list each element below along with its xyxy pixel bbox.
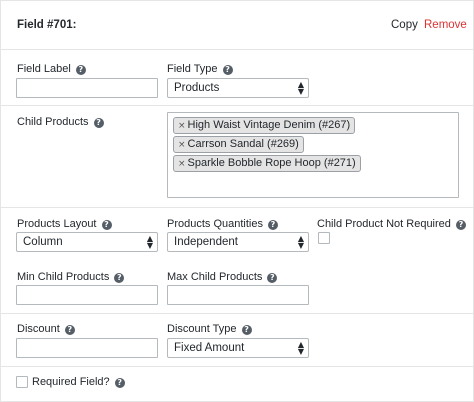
field-label-input[interactable] bbox=[16, 78, 158, 98]
select-arrows-icon: ▲ ▼ bbox=[297, 340, 304, 356]
products-quantities-text: Products Quantities bbox=[167, 218, 263, 230]
products-quantities-select[interactable]: Independent ▲ ▼ bbox=[167, 232, 309, 252]
child-not-required-label: Child Product Not Required? bbox=[317, 218, 466, 230]
required-field-text: Required Field? bbox=[32, 376, 110, 388]
products-layout-text: Products Layout bbox=[17, 218, 97, 230]
field-title: Field #701: bbox=[17, 19, 77, 31]
help-icon[interactable]: ? bbox=[455, 220, 466, 230]
required-field-checkbox[interactable] bbox=[16, 376, 28, 388]
help-icon[interactable]: ? bbox=[64, 325, 75, 335]
selected-product-tag: × High Waist Vintage Denim (#267) bbox=[173, 117, 356, 134]
tag-label: High Waist Vintage Denim (#267) bbox=[187, 119, 351, 131]
child-products-text: Child Products bbox=[17, 116, 89, 128]
remove-tag-icon[interactable]: × bbox=[178, 159, 186, 169]
child-products-multiselect[interactable]: × High Waist Vintage Denim (#267) × Carrso… bbox=[167, 112, 459, 198]
max-child-products-text: Max Child Products bbox=[167, 271, 263, 283]
products-layout-select[interactable]: Column ▲ ▼ bbox=[16, 232, 158, 252]
products-quantities-value: Independent bbox=[174, 236, 238, 248]
field-label-text: Field Label bbox=[17, 63, 71, 75]
help-icon[interactable]: ? bbox=[75, 65, 86, 75]
selected-product-tag: × Sparkle Bobble Rope Hoop (#271) bbox=[173, 155, 361, 172]
min-child-products-label: Min Child Products? bbox=[17, 271, 125, 283]
select-arrows-icon: ▲ ▼ bbox=[297, 80, 304, 96]
help-icon[interactable]: ? bbox=[241, 325, 252, 335]
help-icon[interactable]: ? bbox=[114, 273, 125, 283]
help-icon[interactable]: ? bbox=[267, 273, 278, 283]
tag-label: Carrson Sandal (#269) bbox=[187, 138, 299, 150]
select-arrows-icon: ▲ ▼ bbox=[297, 234, 304, 250]
help-icon[interactable]: ? bbox=[101, 220, 112, 230]
child-not-required-checkbox[interactable] bbox=[318, 232, 330, 244]
discount-type-label: Discount Type? bbox=[167, 323, 252, 335]
field-header: Field #701: Copy Remove bbox=[1, 1, 473, 50]
tag-label: Sparkle Bobble Rope Hoop (#271) bbox=[187, 157, 356, 169]
field-type-value: Products bbox=[174, 82, 220, 94]
field-label-label: Field Label? bbox=[17, 63, 86, 75]
select-arrows-icon: ▲ ▼ bbox=[146, 234, 153, 250]
products-layout-value: Column bbox=[23, 236, 63, 248]
help-icon[interactable]: ? bbox=[93, 118, 104, 128]
discount-type-value: Fixed Amount bbox=[174, 342, 245, 354]
required-field-label: Required Field?? bbox=[32, 376, 125, 388]
products-quantities-label: Products Quantities? bbox=[167, 218, 278, 230]
row-divider bbox=[1, 207, 473, 208]
field-panel: Field #701: Copy Remove Field Label? Fie… bbox=[0, 0, 474, 402]
min-child-products-input[interactable] bbox=[16, 285, 158, 305]
selected-product-tag: × Carrson Sandal (#269) bbox=[173, 136, 304, 153]
child-not-required-text: Child Product Not Required bbox=[317, 218, 451, 230]
help-icon[interactable]: ? bbox=[222, 65, 233, 75]
field-type-label: Field Type? bbox=[167, 63, 233, 75]
row-divider bbox=[1, 366, 473, 367]
remove-link[interactable]: Remove bbox=[424, 19, 467, 31]
help-icon[interactable]: ? bbox=[114, 378, 125, 388]
discount-text: Discount bbox=[17, 323, 60, 335]
field-type-text: Field Type bbox=[167, 63, 218, 75]
copy-link[interactable]: Copy bbox=[391, 19, 418, 31]
max-child-products-input[interactable] bbox=[167, 285, 309, 305]
discount-type-select[interactable]: Fixed Amount ▲ ▼ bbox=[167, 338, 309, 358]
discount-label: Discount? bbox=[17, 323, 75, 335]
discount-input[interactable] bbox=[16, 338, 158, 358]
remove-tag-icon[interactable]: × bbox=[178, 140, 186, 150]
discount-type-text: Discount Type bbox=[167, 323, 237, 335]
child-products-label: Child Products? bbox=[17, 116, 104, 128]
row-divider bbox=[1, 313, 473, 314]
products-layout-label: Products Layout? bbox=[17, 218, 112, 230]
row-divider bbox=[1, 105, 473, 106]
max-child-products-label: Max Child Products? bbox=[167, 271, 278, 283]
help-icon[interactable]: ? bbox=[268, 220, 278, 230]
min-child-products-text: Min Child Products bbox=[17, 271, 110, 283]
field-type-select[interactable]: Products ▲ ▼ bbox=[167, 78, 309, 98]
remove-tag-icon[interactable]: × bbox=[178, 121, 186, 131]
